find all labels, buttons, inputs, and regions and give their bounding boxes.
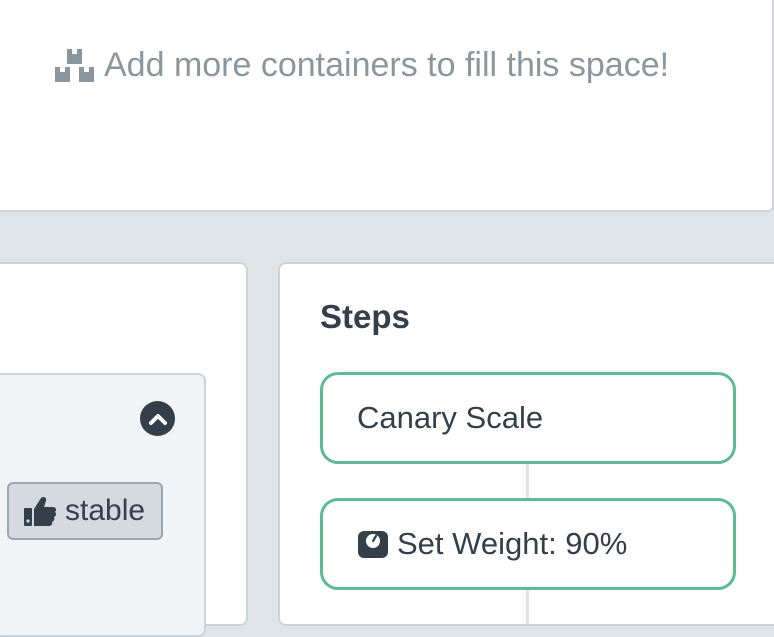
chevron-up-icon <box>148 413 167 425</box>
step-set-weight[interactable]: Set Weight: 90% <box>320 498 736 590</box>
stable-tag-label: stable <box>65 494 146 527</box>
stable-tag: stable <box>7 482 163 540</box>
step-label: Canary Scale <box>357 400 544 435</box>
top-panel: Add more containers to fill this space! <box>0 0 774 212</box>
weight-scale-icon <box>358 531 388 558</box>
placeholder-text: Add more containers to fill this space! <box>104 45 670 84</box>
steps-title: Steps <box>320 298 410 335</box>
step-label: Set Weight: 90% <box>397 526 628 561</box>
empty-space-placeholder: Add more containers to fill this space! <box>54 40 669 90</box>
collapse-button[interactable] <box>140 401 175 436</box>
boxes-icon <box>55 49 94 82</box>
step-canary-scale[interactable]: Canary Scale <box>320 372 736 464</box>
thumbs-up-icon <box>24 497 57 526</box>
